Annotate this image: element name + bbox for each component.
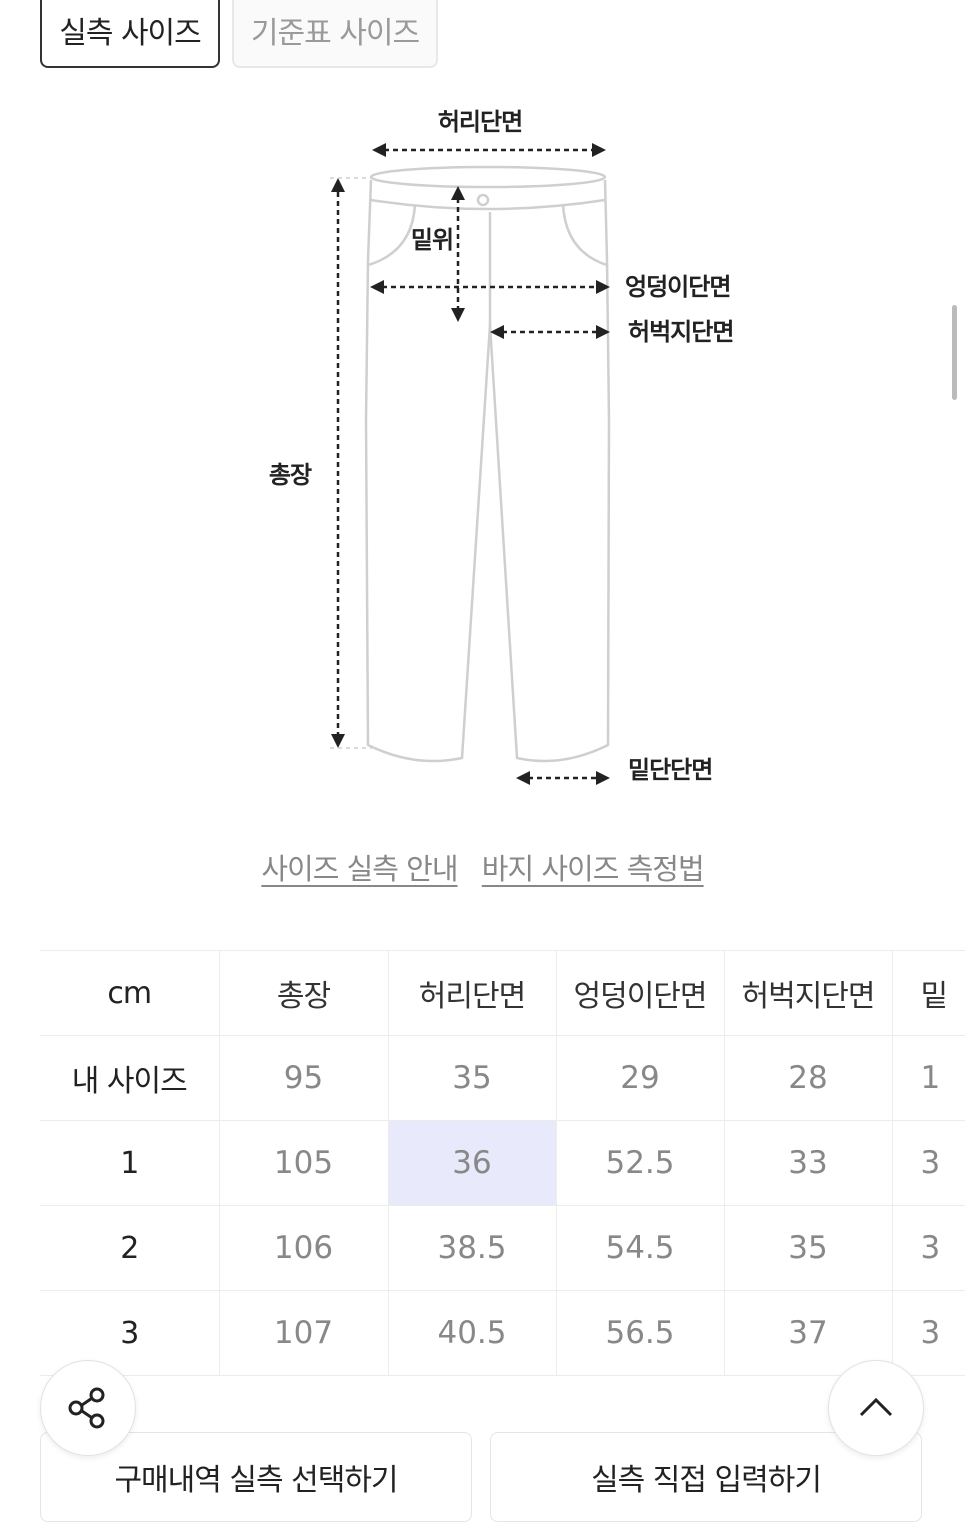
- table-cell: 38.5: [387, 1205, 556, 1291]
- label-hip: 엉덩이단면: [625, 273, 730, 301]
- table-cell: 내 사이즈: [40, 1035, 219, 1121]
- header-hip: 엉덩이단면: [555, 950, 724, 1036]
- header-length: 총장: [218, 950, 388, 1036]
- table-cell: 3: [40, 1290, 219, 1376]
- table-cell: 54.5: [555, 1205, 724, 1291]
- share-icon: [68, 1387, 105, 1429]
- table-row: 1 105 36 52.5 33 3: [40, 1120, 965, 1206]
- label-hem: 밑단단면: [628, 756, 712, 784]
- table-cell: 106: [218, 1205, 388, 1291]
- table-cell: 107: [218, 1290, 388, 1376]
- label-thigh: 허벅지단면: [628, 318, 733, 346]
- table-row: 내 사이즈 95 35 29 28 1: [40, 1035, 965, 1121]
- table-cell: 95: [218, 1035, 388, 1121]
- arrow-heads: [331, 143, 610, 785]
- table-row: 3 107 40.5 56.5 37 3: [40, 1290, 965, 1376]
- pants-measure-link[interactable]: 바지 사이즈 측정법: [482, 852, 705, 886]
- table-header-row: cm 총장 허리단면 엉덩이단면 허벅지단면 밑: [40, 950, 965, 1036]
- header-unit: cm: [40, 950, 219, 1036]
- table-cell: 56.5: [555, 1290, 724, 1376]
- size-guide-link[interactable]: 사이즈 실측 안내: [261, 852, 458, 886]
- table-cell: 35: [723, 1205, 892, 1291]
- header-waist: 허리단면: [387, 950, 556, 1036]
- table-cell: 105: [218, 1120, 388, 1206]
- table-cell: 2: [40, 1205, 219, 1291]
- pants-outline: [364, 165, 611, 763]
- table-cell: 52.5: [555, 1120, 724, 1206]
- table-row: 2 106 38.5 54.5 35 3: [40, 1205, 965, 1291]
- header-partial: 밑: [891, 950, 965, 1036]
- table-cell: 33: [723, 1120, 892, 1206]
- table-cell: 3: [891, 1205, 965, 1291]
- table-cell: 35: [387, 1035, 556, 1121]
- pants-measurement-diagram: 허리단면 밑위 엉덩이단면 허벅지단면 총장 밑단단면: [269, 108, 734, 785]
- scroll-top-button[interactable]: [828, 1360, 924, 1456]
- table-cell: 40.5: [387, 1290, 556, 1376]
- table-cell: 28: [723, 1035, 892, 1121]
- chevron-up-icon: [859, 1397, 893, 1417]
- table-cell-highlighted: 36: [387, 1120, 556, 1206]
- share-button[interactable]: [40, 1360, 136, 1456]
- size-table: cm 총장 허리단면 엉덩이단면 허벅지단면 밑 내 사이즈 95 35 29 …: [40, 950, 965, 1376]
- label-length: 총장: [269, 461, 312, 489]
- header-thigh: 허벅지단면: [723, 950, 892, 1036]
- table-cell: 29: [555, 1035, 724, 1121]
- table-cell: 3: [891, 1290, 965, 1376]
- size-guide-links: 사이즈 실측 안내 바지 사이즈 측정법: [0, 846, 965, 888]
- label-rise: 밑위: [411, 226, 453, 254]
- table-cell: 1: [891, 1035, 965, 1121]
- table-cell: 1: [40, 1120, 219, 1206]
- table-cell: 3: [891, 1120, 965, 1206]
- label-waist: 허리단면: [438, 108, 522, 136]
